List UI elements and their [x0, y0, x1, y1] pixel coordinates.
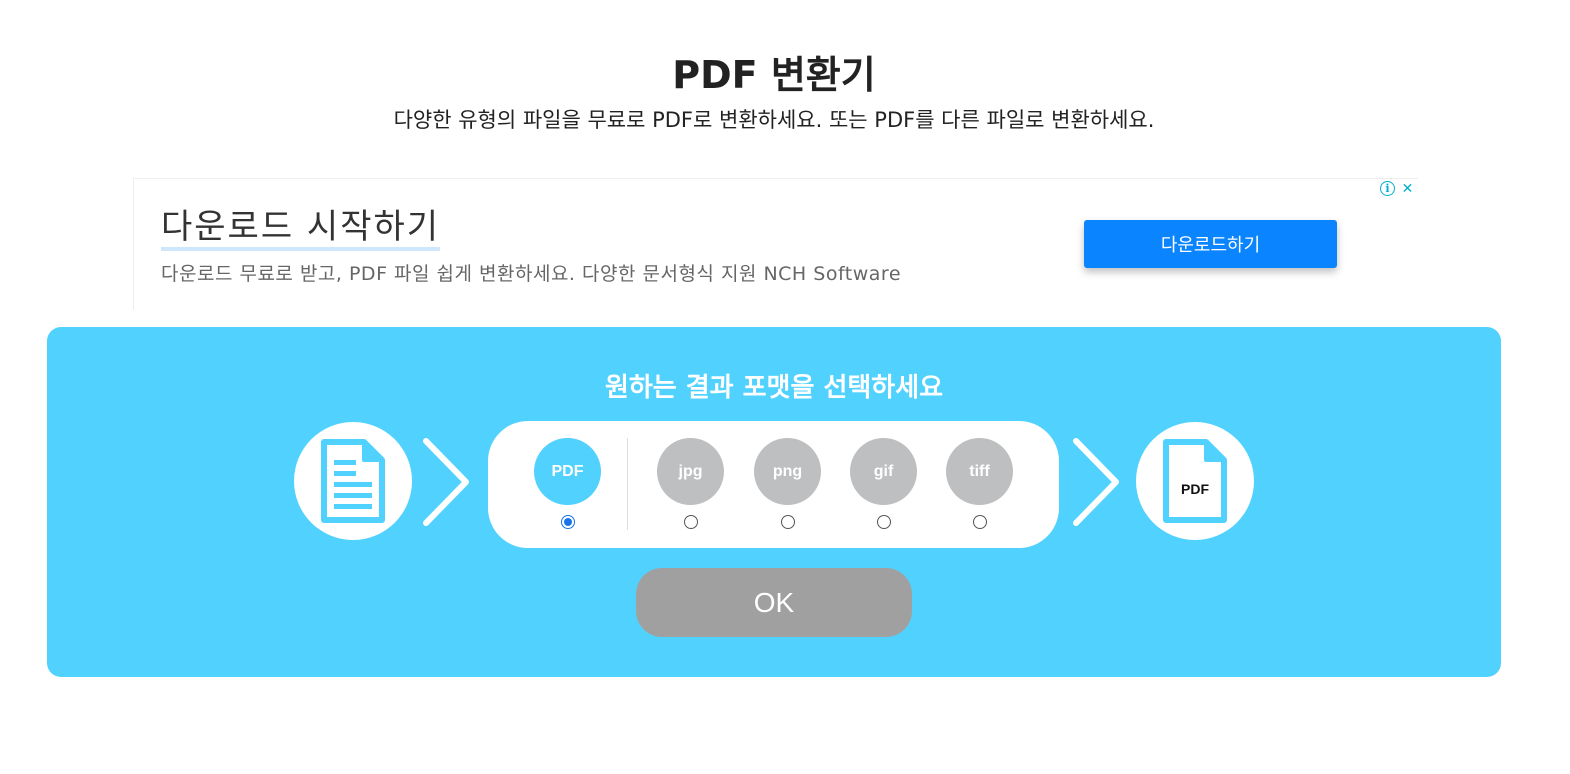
format-badge-jpg[interactable]: jpg	[657, 438, 724, 505]
document-icon	[321, 439, 385, 523]
chevron-right-icon	[423, 438, 469, 526]
format-badge-png[interactable]: png	[754, 438, 821, 505]
format-selector: PDF jpg png gif tiff	[488, 421, 1059, 548]
ad-download-button[interactable]: 다운로드하기	[1084, 220, 1337, 268]
format-badge-pdf[interactable]: PDF	[534, 438, 601, 505]
chevron-right-icon	[1073, 438, 1119, 526]
format-divider	[627, 438, 628, 530]
converter-heading: 원하는 결과 포맷을 선택하세요	[604, 373, 944, 403]
format-option-tiff[interactable]: tiff	[946, 438, 1013, 529]
format-radio-png[interactable]	[780, 515, 795, 529]
page-subtitle: 다양한 유형의 파일을 무료로 PDF로 변환하세요. 또는 PDF를 다른 파…	[393, 108, 1155, 132]
ad-headline[interactable]: 다운로드 시작하기	[161, 207, 441, 251]
format-radio-pdf[interactable]	[560, 515, 575, 529]
pdf-file-icon: PDF	[1163, 439, 1227, 523]
ad-banner[interactable]: 다운로드 시작하기 다운로드 무료로 받고, PDF 파일 쉽게 변환하세요. …	[133, 178, 1418, 310]
format-option-gif[interactable]: gif	[850, 438, 917, 529]
format-radio-gif[interactable]	[876, 515, 891, 529]
format-badge-gif[interactable]: gif	[850, 438, 917, 505]
ad-description[interactable]: 다운로드 무료로 받고, PDF 파일 쉽게 변환하세요. 다양한 문서형식 지…	[161, 259, 901, 286]
source-document-circle	[294, 422, 412, 540]
info-icon[interactable]: i	[1380, 181, 1395, 196]
ad-controls: i ✕	[1380, 180, 1416, 197]
page-title: PDF 변환기	[672, 53, 876, 97]
page: PDF 변환기 다양한 유형의 파일을 무료로 PDF로 변환하세요. 또는 P…	[0, 0, 1570, 774]
format-option-png[interactable]: png	[754, 438, 821, 529]
pdf-file-label: PDF	[1181, 481, 1209, 497]
converter-panel: 원하는 결과 포맷을 선택하세요 PDF jpg png gif tiff PD…	[47, 327, 1501, 677]
target-file-circle: PDF	[1136, 422, 1254, 540]
ok-button[interactable]: OK	[636, 568, 912, 637]
format-radio-jpg[interactable]	[683, 515, 698, 529]
format-option-jpg[interactable]: jpg	[657, 438, 724, 529]
format-badge-tiff[interactable]: tiff	[946, 438, 1013, 505]
close-icon[interactable]: ✕	[1399, 180, 1416, 197]
format-radio-tiff[interactable]	[972, 515, 987, 529]
format-option-pdf[interactable]: PDF	[534, 438, 601, 529]
